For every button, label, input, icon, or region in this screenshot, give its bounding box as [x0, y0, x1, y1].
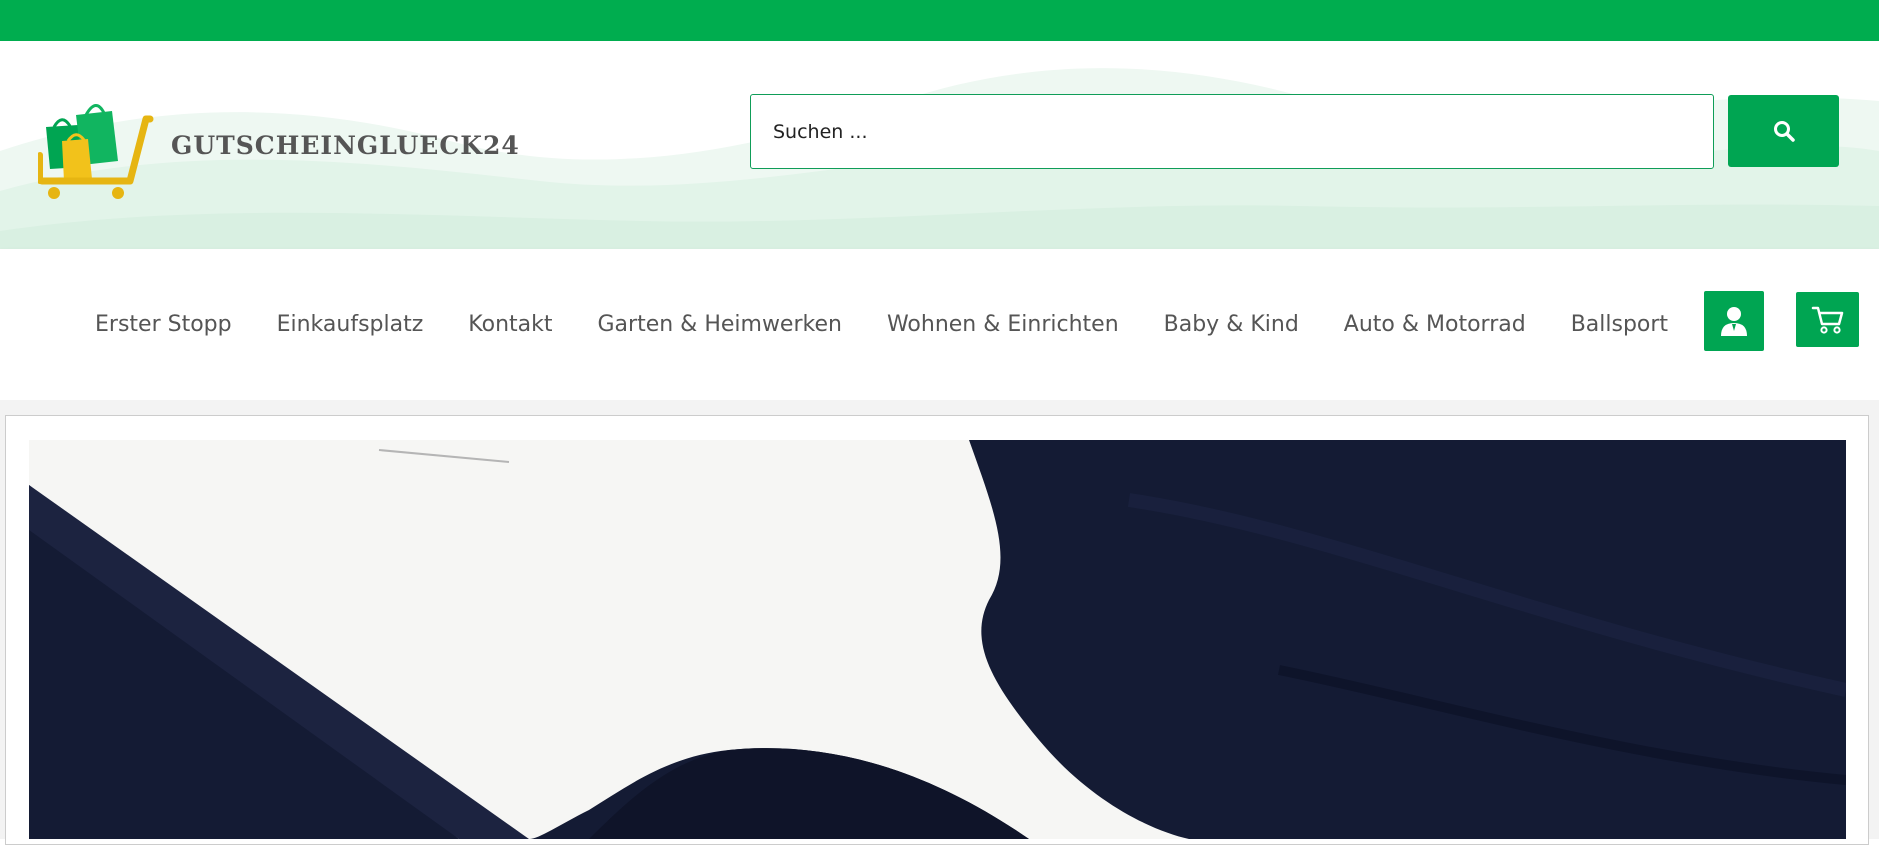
nav-item-einkaufsplatz[interactable]: Einkaufsplatz [277, 312, 424, 337]
search-icon [1773, 121, 1795, 142]
nav-menu: Erster Stopp Einkaufsplatz Kontakt Garte… [95, 249, 1668, 400]
nav-item-auto-motorrad[interactable]: Auto & Motorrad [1344, 312, 1526, 337]
nav-item-kontakt[interactable]: Kontakt [468, 312, 552, 337]
search-button[interactable] [1728, 95, 1839, 167]
nav-item-erster-stopp[interactable]: Erster Stopp [95, 312, 232, 337]
cart-icon [1811, 306, 1843, 334]
account-button[interactable] [1704, 291, 1764, 351]
nav-item-garten-heimwerken[interactable]: Garten & Heimwerken [598, 312, 842, 337]
search-input[interactable] [750, 94, 1714, 169]
main-navigation: Erster Stopp Einkaufsplatz Kontakt Garte… [0, 249, 1879, 400]
nav-item-baby-kind[interactable]: Baby & Kind [1164, 312, 1299, 337]
top-accent-bar [0, 0, 1879, 41]
cart-button[interactable] [1796, 292, 1859, 347]
user-icon [1721, 307, 1747, 336]
hero-image[interactable] [29, 440, 1846, 839]
site-header: GUTSCHEINGLUECK24 [0, 41, 1879, 249]
shopping-cart-logo-icon [38, 104, 154, 199]
nav-item-wohnen-einrichten[interactable]: Wohnen & Einrichten [887, 312, 1119, 337]
brand-name[interactable]: GUTSCHEINGLUECK24 [171, 129, 520, 163]
nav-item-ballsport[interactable]: Ballsport [1571, 312, 1668, 337]
